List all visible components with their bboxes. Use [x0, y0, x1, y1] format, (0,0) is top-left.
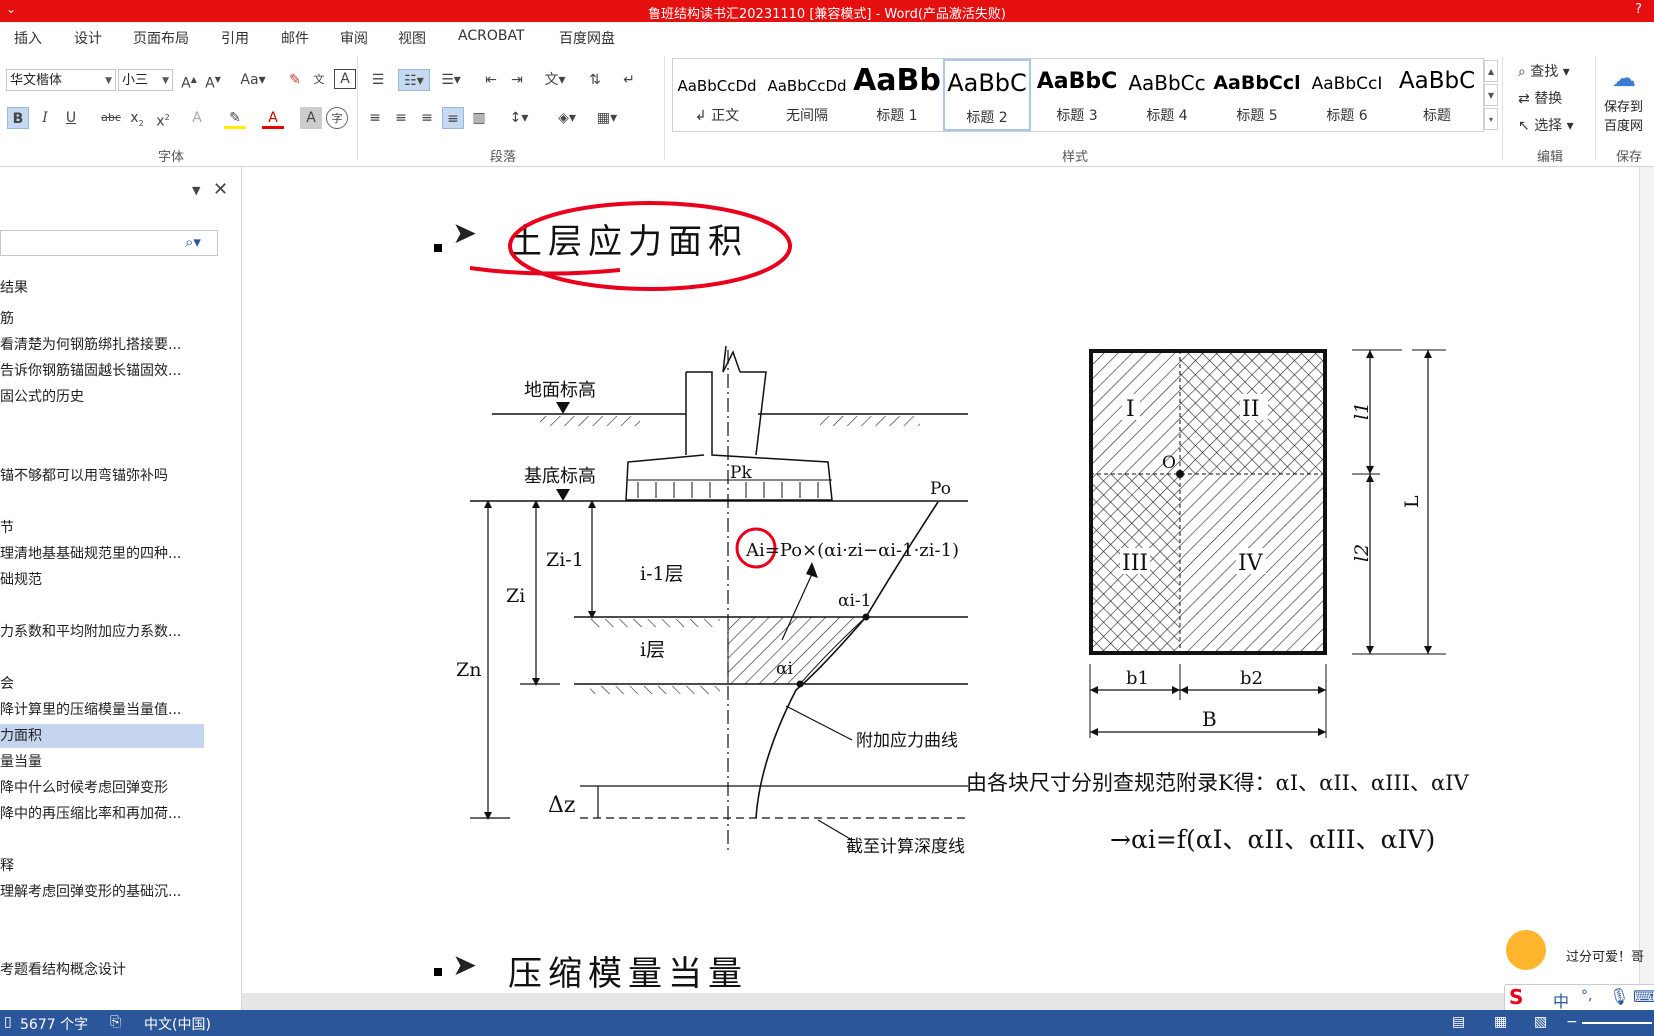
red-annotation-ellipse: [508, 201, 792, 291]
ime-toolbar[interactable]: S 中 °, 🎙 ⌨: [1504, 984, 1654, 1012]
soil-hatch: [820, 416, 920, 426]
keyboard-icon[interactable]: ⌨: [1633, 987, 1654, 1006]
base-level-label: 基底标高: [524, 466, 596, 487]
sogou-logo-icon: S: [1509, 985, 1524, 1009]
ime-bubble-text: 过分可爱！哥: [1566, 950, 1645, 965]
zoom-out-icon[interactable]: −: [1566, 1014, 1578, 1030]
vertical-scrollbar[interactable]: [1639, 167, 1654, 1010]
read-mode-icon[interactable]: ▤: [1452, 1014, 1465, 1030]
depth-line-label: 截至计算深度线: [846, 837, 965, 857]
region-iv-label: IV: [1238, 551, 1264, 576]
zn-label: Zn: [456, 659, 481, 681]
formula-label: Ai=Po×(αi·zi−αi-1·zi-1): [745, 540, 959, 561]
status-page-icon: ▯: [4, 1014, 12, 1030]
L-label: L: [1401, 495, 1423, 508]
pk-label: Pk: [730, 463, 752, 483]
punctuation-icon[interactable]: °,: [1581, 988, 1592, 1004]
figure-svg: 地面标高 基底标高 Pk Po Ai=Po×(αi·zi−αi-1·zi-1) …: [456, 201, 1469, 857]
layer-i-1-label: i-1层: [640, 563, 684, 585]
zi-1-label: Zi-1: [546, 549, 584, 571]
region-ii-label: II: [1242, 397, 1259, 422]
word-count[interactable]: 5677 个字: [20, 1014, 88, 1034]
language-status[interactable]: 中文(中国): [144, 1014, 211, 1034]
ime-lang-label[interactable]: 中: [1553, 988, 1569, 1012]
web-layout-icon[interactable]: ▧: [1534, 1014, 1547, 1030]
ground-level-label: 地面标高: [524, 380, 596, 401]
note-lookup: 由各块尺寸分别查规范附录K得：αI、αII、αIII、αIV: [966, 771, 1469, 795]
stress-area-hatch: [727, 616, 868, 685]
b1-label: b1: [1126, 668, 1149, 689]
status-bar: ▯ 5677 个字 ⎘ 中文(中国) ▤ ▦ ▧ −: [0, 1010, 1654, 1036]
l1-label: l1: [1351, 402, 1373, 420]
base-level-marker: [556, 489, 570, 501]
region-iii-label: III: [1122, 551, 1148, 576]
proofing-icon[interactable]: ⎘: [110, 1014, 121, 1030]
alpha-i-label: αi: [776, 659, 793, 679]
B-label: B: [1202, 707, 1217, 731]
zi-label: Zi: [506, 585, 525, 607]
point-o-label: O: [1162, 453, 1176, 473]
l2-label: l2: [1351, 544, 1373, 562]
b2-label: b2: [1240, 668, 1263, 689]
microphone-icon[interactable]: 🎙: [1609, 987, 1629, 1006]
region-i-label: I: [1126, 397, 1135, 422]
curve-label: 附加应力曲线: [856, 731, 958, 751]
layer-i-label: i层: [640, 639, 665, 661]
p0-label: Po: [930, 479, 951, 499]
footing-outline: [625, 371, 833, 501]
note-formula: →αi=f(αI、αII、αIII、αIV): [1110, 825, 1435, 854]
soil-hatch: [540, 416, 640, 426]
print-layout-icon[interactable]: ▦: [1494, 1014, 1507, 1030]
zoom-slider[interactable]: [1582, 1022, 1652, 1024]
dz-label: Δz: [548, 793, 575, 818]
alpha-i-1-label: αi-1: [838, 591, 871, 611]
red-annotation-stroke: [469, 266, 621, 276]
ime-mascot-icon[interactable]: [1506, 930, 1546, 970]
ground-level-marker: [556, 402, 570, 414]
